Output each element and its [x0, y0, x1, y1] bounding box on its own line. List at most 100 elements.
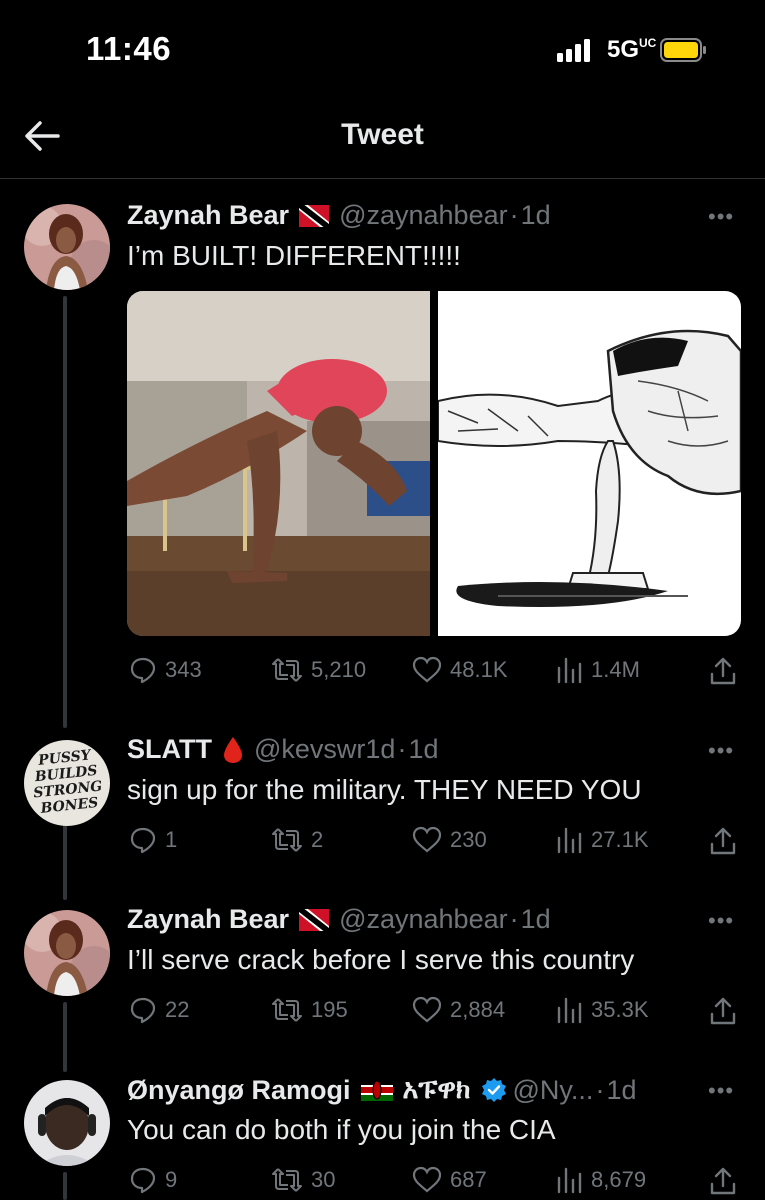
reply-icon: [130, 997, 156, 1024]
tweet-header: SLATT @kevswr1d · 1d: [127, 734, 439, 765]
more-options-icon[interactable]: •••: [708, 1078, 734, 1104]
view-count: 8,679: [591, 1167, 647, 1192]
reply-button[interactable]: 22: [129, 996, 189, 1024]
view-count: 27.1K: [591, 827, 649, 852]
display-name[interactable]: Zaynah Bear: [127, 904, 289, 935]
tweet-media[interactable]: [127, 291, 741, 636]
like-count: 2,884: [450, 997, 506, 1022]
like-button[interactable]: 2,884: [412, 996, 505, 1024]
tweet-text: sign up for the military. THEY NEED YOU: [127, 774, 642, 805]
page-title: Tweet: [341, 118, 424, 151]
retweet-icon: [272, 998, 302, 1022]
tweet-text: I’ll serve crack before I serve this cou…: [127, 944, 635, 975]
retweet-count: 30: [311, 1167, 336, 1192]
retweet-count: 5,210: [311, 657, 367, 682]
like-count: 230: [450, 827, 487, 852]
reply-button[interactable]: 9: [129, 1166, 177, 1194]
action-bar: 343 5,210 48.1K 1.4M: [129, 656, 739, 686]
share-icon[interactable]: [709, 826, 737, 856]
blood-drop-icon: [223, 736, 242, 763]
handle[interactable]: @Ny...: [513, 1075, 594, 1106]
display-name[interactable]: Zaynah Bear: [127, 200, 289, 231]
retweet-button[interactable]: 2: [271, 826, 323, 854]
thread-line: [63, 1002, 67, 1072]
battery-icon: [660, 38, 706, 62]
manga-panel[interactable]: [438, 291, 741, 636]
avatar-text: PUSSY BUILDS STRONG BONES: [32, 747, 104, 817]
tweet-header: Ønyangø Ramogi አፑዋክ @Ny... · 1d: [127, 1074, 637, 1106]
retweet-button[interactable]: 195: [271, 996, 348, 1024]
view-count: 1.4M: [591, 657, 640, 682]
avatar[interactable]: [24, 910, 110, 996]
action-bar: 22 195 2,884 35.3K: [129, 996, 739, 1026]
header-divider: [0, 178, 765, 179]
trinidad-tobago-flag-icon: [299, 908, 330, 931]
reply-count: 9: [165, 1167, 178, 1192]
analytics-icon: [557, 657, 582, 684]
retweet-count: 195: [311, 997, 348, 1022]
timestamp[interactable]: 1d: [408, 734, 438, 765]
share-icon[interactable]: [709, 656, 737, 686]
avatar-photo: [24, 1080, 110, 1166]
views-button[interactable]: 27.1K: [555, 826, 649, 854]
reply-icon: [130, 827, 156, 854]
analytics-icon: [557, 1167, 582, 1194]
heart-icon: [412, 996, 442, 1023]
views-button[interactable]: 35.3K: [555, 996, 649, 1024]
like-button[interactable]: 230: [412, 826, 487, 854]
cellular-signal-icon: [557, 39, 590, 62]
verified-badge-icon: [481, 1078, 506, 1102]
reply-count: 343: [165, 657, 202, 682]
yoga-photo[interactable]: [127, 291, 430, 636]
timestamp[interactable]: 1d: [521, 904, 551, 935]
heart-icon: [412, 826, 442, 853]
like-button[interactable]: 687: [412, 1166, 487, 1194]
heart-icon: [412, 656, 442, 683]
thread-line: [63, 822, 67, 900]
action-bar: 9 30 687 8,679: [129, 1166, 739, 1196]
retweet-button[interactable]: 30: [271, 1166, 335, 1194]
more-options-icon[interactable]: •••: [708, 908, 734, 934]
handle[interactable]: @zaynahbear: [339, 200, 508, 231]
handle[interactable]: @zaynahbear: [339, 904, 508, 935]
reply-button[interactable]: 1: [129, 826, 177, 854]
views-button[interactable]: 8,679: [555, 1166, 646, 1194]
tweet-header: Zaynah Bear @zaynahbear · 1d: [127, 904, 551, 935]
avatar[interactable]: PUSSY BUILDS STRONG BONES: [24, 740, 110, 826]
views-button[interactable]: 1.4M: [555, 656, 640, 684]
tweet-text: You can do both if you join the CIA: [127, 1114, 556, 1145]
display-name[interactable]: SLATT: [127, 734, 212, 765]
analytics-icon: [557, 997, 582, 1024]
retweet-icon: [272, 828, 302, 852]
thread-line: [63, 1172, 67, 1200]
share-icon[interactable]: [709, 1166, 737, 1196]
status-time: 11:46: [86, 30, 172, 67]
kenya-flag-icon: [360, 1079, 393, 1101]
display-name-suffix[interactable]: አፑዋክ: [403, 1074, 471, 1106]
view-count: 35.3K: [591, 997, 649, 1022]
retweet-icon: [272, 1168, 302, 1192]
timestamp[interactable]: 1d: [606, 1075, 636, 1106]
retweet-count: 2: [311, 827, 324, 852]
trinidad-tobago-flag-icon: [299, 204, 330, 227]
thread-line: [63, 296, 67, 728]
reply-count: 1: [165, 827, 178, 852]
more-options-icon[interactable]: •••: [708, 738, 734, 764]
timestamp[interactable]: 1d: [521, 200, 551, 231]
retweet-icon: [272, 658, 302, 682]
avatar[interactable]: [24, 1080, 110, 1166]
analytics-icon: [557, 827, 582, 854]
like-button[interactable]: 48.1K: [412, 656, 508, 684]
heart-icon: [412, 1166, 442, 1193]
display-name[interactable]: Ønyangø Ramogi: [127, 1075, 351, 1106]
handle[interactable]: @kevswr1d: [254, 734, 395, 765]
like-count: 48.1K: [450, 657, 508, 682]
network-indicator: 5GUC: [607, 36, 657, 63]
share-icon[interactable]: [709, 996, 737, 1026]
retweet-button[interactable]: 5,210: [271, 656, 366, 684]
reply-button[interactable]: 343: [129, 656, 202, 684]
like-count: 687: [450, 1167, 487, 1192]
more-options-icon[interactable]: •••: [708, 204, 734, 230]
avatar[interactable]: [24, 204, 110, 290]
action-bar: 1 2 230 27.1K: [129, 826, 739, 856]
